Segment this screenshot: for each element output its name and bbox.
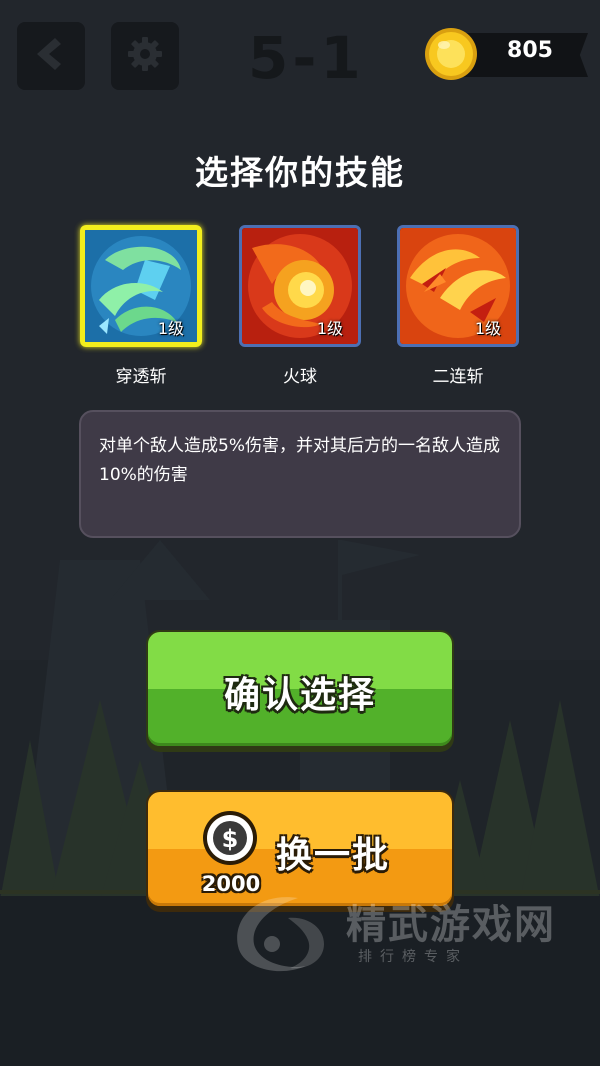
svg-text:$: $ [222,825,239,853]
skill-name-double-slash: 二连斩 [432,367,484,387]
skill-level-label: 1级 [316,319,343,338]
gold-coin-icon [424,27,478,81]
gear-icon [125,34,165,78]
skill-name-fireball: 火球 [283,367,317,387]
level-indicator: 5-1 [248,24,365,92]
watermark-subtitle: 排行榜专家 [358,949,468,965]
confirm-button-label: 确认选择 [223,675,376,716]
back-button[interactable] [17,22,85,90]
confirm-selection-button[interactable]: 确认选择 [146,630,454,752]
back-arrow-icon [31,34,71,78]
page-title: 选择你的技能 [195,153,405,192]
skill-level-label: 1级 [157,319,184,338]
refresh-button-label: 换一批 [276,835,391,876]
dollar-coin-icon: $ [202,810,258,866]
coin-count: 805 [507,38,553,63]
skill-card-fireball[interactable]: 1级 [239,225,361,347]
skill-card-piercing-slash[interactable]: 1级 [80,225,202,347]
watermark-logo [228,888,338,978]
skill-level-label: 1级 [474,319,501,338]
site-watermark: 精武游戏网 排行榜专家 [228,880,588,990]
skill-description: 对单个敌人造成5%伤害，并对其后方的一名敌人造成10%的伤害 [79,410,521,538]
watermark-title: 精武游戏网 [346,902,556,948]
skill-card-double-slash[interactable]: 1级 [397,225,519,347]
skill-name-piercing-slash: 穿透斩 [115,367,167,387]
settings-button[interactable] [111,22,179,90]
